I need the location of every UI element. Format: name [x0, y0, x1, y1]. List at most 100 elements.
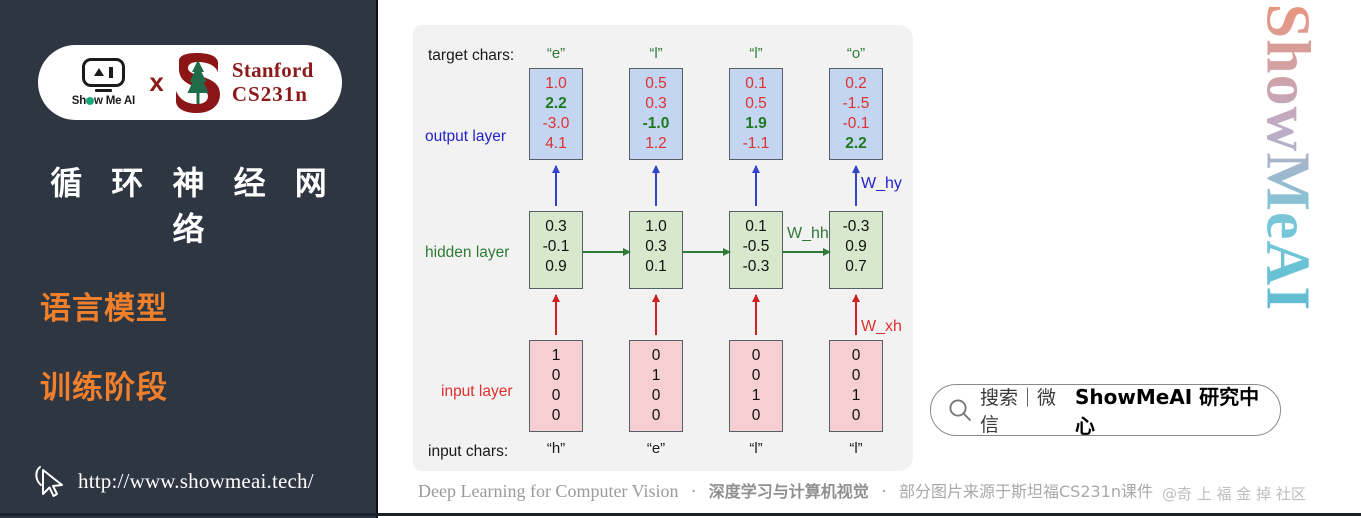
- output-value: 2.2: [545, 95, 567, 113]
- input-value: 0: [651, 387, 661, 405]
- input-value: 0: [851, 347, 861, 364]
- input-char: “l”: [749, 440, 763, 457]
- watermark-text: ShowMeAI: [1253, 3, 1322, 311]
- target-char: “l”: [749, 45, 763, 62]
- subtitle-language-model: 语言模型: [40, 291, 168, 327]
- output-value: -0.1: [842, 115, 870, 133]
- output-value: -3.0: [542, 115, 570, 133]
- label-hidden-layer: hidden layer: [425, 244, 510, 261]
- bottom-watermark: @奇 上 福 金 掉 社区: [1162, 485, 1306, 503]
- input-vector: 0 0 1 0: [729, 340, 783, 432]
- output-value: 4.1: [545, 135, 567, 153]
- input-value: 1: [851, 387, 861, 405]
- website-url-row[interactable]: http://www.showmeai.tech/: [32, 463, 314, 499]
- output-value: 0.3: [645, 95, 667, 113]
- showmeai-vertical-watermark: ShowMeAI: [1252, 3, 1322, 311]
- hidden-value: 0.3: [645, 238, 667, 256]
- hidden-value: 1.0: [645, 218, 667, 235]
- output-arrow-icon: [729, 165, 783, 206]
- cross-symbol: x: [149, 67, 164, 97]
- output-value: 2.2: [845, 135, 867, 153]
- input-char: “l”: [849, 440, 863, 457]
- output-value: 1.0: [545, 75, 567, 92]
- stanford-label: Stanford: [231, 57, 314, 82]
- output-value: -1.1: [742, 135, 770, 153]
- input-value: 1: [751, 387, 761, 405]
- output-vector: 0.1 0.5 1.9 -1.1: [729, 68, 783, 160]
- output-vector: 1.0 2.2 -3.0 4.1: [529, 68, 583, 160]
- hidden-value: 0.3: [545, 218, 567, 235]
- label-output-layer: output layer: [425, 128, 506, 145]
- bottom-rule-divider: [0, 513, 1361, 516]
- hidden-vector: 0.1 -0.5 -0.3: [729, 211, 783, 289]
- hidden-value: -0.3: [742, 258, 770, 276]
- input-value: 0: [751, 367, 761, 385]
- stanford-course-text: Stanford CS231n: [231, 57, 314, 106]
- input-vector: 0 0 1 0: [829, 340, 883, 432]
- hidden-value: -0.1: [542, 238, 570, 256]
- hidden-vector: 0.3 -0.1 0.9: [529, 211, 583, 289]
- showmeai-face-icon: [81, 57, 125, 87]
- output-vector: 0.5 0.3 -1.0 1.2: [629, 68, 683, 160]
- output-value: -1.5: [842, 95, 870, 113]
- input-vector: 0 1 0 0: [629, 340, 683, 432]
- input-arrow-icon: [629, 294, 683, 335]
- search-placeholder-label: 搜索｜微信: [980, 387, 1057, 436]
- output-value: 1.2: [645, 135, 667, 153]
- caret-shape: [94, 68, 105, 77]
- footer-caption: Deep Learning for Computer Vision · 深度学习…: [418, 478, 1153, 502]
- input-arrow-icon: [729, 294, 783, 335]
- page-title: 循 环 神 经 网 络: [50, 164, 336, 248]
- input-char: “e”: [646, 440, 666, 457]
- search-brand-label: ShowMeAI 研究中心: [1074, 385, 1260, 438]
- input-arrow-icon: [529, 294, 583, 335]
- logo-pill: Sh w Me AI x Stanford CS231n: [38, 45, 342, 120]
- recurrent-arrow-icon: [783, 247, 831, 257]
- caption-separator: ·: [690, 482, 697, 502]
- hidden-value: 0.9: [545, 258, 567, 276]
- input-value: 1: [651, 367, 661, 385]
- search-icon: [947, 397, 973, 423]
- input-value: 0: [651, 407, 661, 425]
- label-input-layer: input layer: [441, 383, 513, 400]
- input-value: 0: [551, 367, 561, 385]
- hidden-value: 0.1: [745, 218, 767, 235]
- output-arrow-icon: [529, 165, 583, 206]
- input-value: 0: [851, 367, 861, 385]
- output-value: 0.5: [645, 75, 667, 92]
- caption-cn-normal: 部分图片来源于斯坦福CS231n课件: [898, 482, 1153, 501]
- cursor-pointer-icon: [32, 463, 66, 499]
- output-arrow-icon: [629, 165, 683, 206]
- hidden-vector: -0.3 0.9 0.7: [829, 211, 883, 289]
- website-url-label[interactable]: http://www.showmeai.tech/: [78, 469, 314, 494]
- input-char: “h”: [546, 440, 566, 457]
- hidden-vector: 1.0 0.3 0.1: [629, 211, 683, 289]
- hidden-value: -0.3: [842, 218, 870, 235]
- stanford-tree-logo-icon: [173, 52, 223, 114]
- input-value: 0: [751, 347, 761, 364]
- hidden-value: 0.1: [645, 258, 667, 276]
- input-value: 1: [551, 347, 561, 364]
- target-char: “l”: [649, 45, 663, 62]
- input-value: 0: [551, 407, 561, 425]
- output-value: 0.1: [745, 75, 767, 92]
- output-value: -1.0: [642, 115, 670, 133]
- green-dot-icon: [86, 97, 95, 106]
- weight-label-w-hh: W_hh: [787, 225, 829, 242]
- search-bar[interactable]: 搜索｜微信 ShowMeAI 研究中心: [930, 384, 1281, 438]
- input-value: 0: [651, 347, 661, 364]
- recurrent-arrow-icon: [583, 247, 631, 257]
- output-value: 0.2: [845, 75, 867, 92]
- showmeai-logo-icon: Sh w Me AI: [66, 57, 140, 107]
- caption-en: Deep Learning for Computer Vision: [418, 481, 679, 501]
- caption-cn-bold: 深度学习与计算机视觉: [708, 482, 869, 501]
- weight-label-w-hy: W_hy: [861, 175, 902, 192]
- target-char: “o”: [846, 45, 866, 62]
- weight-label-w-xh: W_xh: [861, 318, 902, 335]
- caption-separator: ·: [881, 482, 887, 502]
- input-vector: 1 0 0 0: [529, 340, 583, 432]
- hidden-value: 0.7: [845, 258, 867, 276]
- output-value: 1.9: [745, 115, 767, 133]
- bar-shape: [109, 66, 113, 78]
- course-code-label: CS231n: [231, 81, 308, 106]
